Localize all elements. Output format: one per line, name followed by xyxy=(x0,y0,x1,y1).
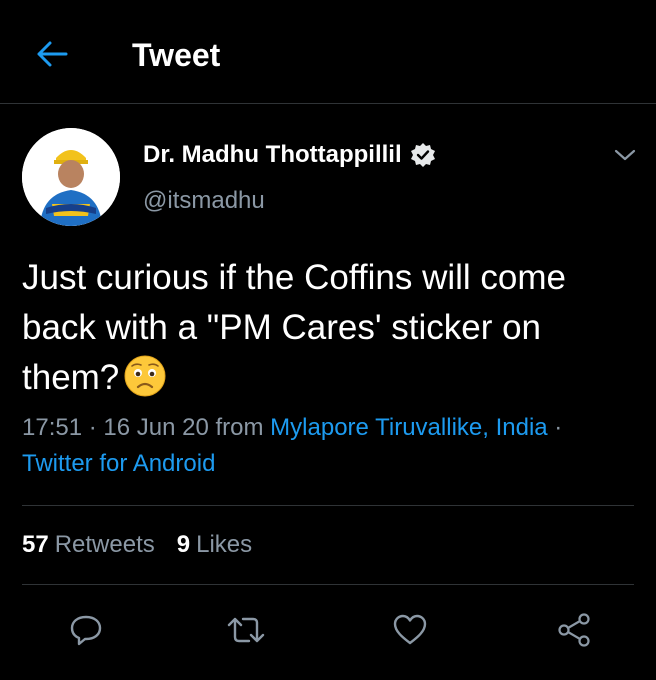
back-button[interactable] xyxy=(30,36,74,72)
likes-label: Likes xyxy=(196,531,253,558)
author-name[interactable]: Dr. Madhu Thottappillil xyxy=(143,140,436,170)
divider xyxy=(22,584,634,585)
like-icon xyxy=(393,614,427,645)
tweet-time: 17:51 xyxy=(22,414,83,441)
tweet-menu-button[interactable] xyxy=(610,144,640,166)
share-button[interactable] xyxy=(554,610,594,650)
source-link[interactable]: Twitter for Android xyxy=(22,450,215,477)
tweet-text: Just curious if the Coffins will come ba… xyxy=(22,253,642,403)
retweet-icon xyxy=(227,617,265,643)
retweets-label: Retweets xyxy=(54,531,155,558)
meta-separator: · xyxy=(88,414,97,441)
verified-badge-icon xyxy=(410,142,436,168)
tweet-meta: 17:51 · 16 Jun 20 from Mylapore Tiruvall… xyxy=(22,410,642,482)
author-handle[interactable]: @itsmadhu xyxy=(143,186,265,216)
likes-count: 9 xyxy=(176,531,191,558)
page-title: Tweet xyxy=(132,37,221,73)
tweet-body: Just curious if the Coffins will come ba… xyxy=(22,258,567,397)
reply-icon xyxy=(70,615,102,646)
location-link[interactable]: Mylapore Tiruvallike, India xyxy=(270,414,547,441)
profile-photo xyxy=(22,128,120,226)
retweet-button[interactable] xyxy=(226,610,266,650)
reply-button[interactable] xyxy=(66,610,106,650)
share-icon xyxy=(558,613,590,647)
avatar[interactable] xyxy=(22,128,120,226)
divider xyxy=(22,505,634,506)
retweets-count: 57 xyxy=(22,531,49,558)
tweet-date: 16 Jun 20 xyxy=(103,414,209,441)
chevron-down-icon xyxy=(614,149,636,161)
meta-from: from xyxy=(215,414,264,441)
like-button[interactable] xyxy=(390,610,430,650)
likes-stat[interactable]: 9 Likes xyxy=(177,530,252,560)
arrow-left-icon xyxy=(37,41,68,67)
worried-face-emoji xyxy=(123,354,167,398)
retweets-stat[interactable]: 57 Retweets xyxy=(22,530,155,560)
tweet-stats: 57 Retweets 9 Likes xyxy=(22,530,252,560)
top-bar: Tweet xyxy=(0,0,656,104)
author-name-text: Dr. Madhu Thottappillil xyxy=(143,141,402,168)
meta-separator: · xyxy=(554,414,563,441)
